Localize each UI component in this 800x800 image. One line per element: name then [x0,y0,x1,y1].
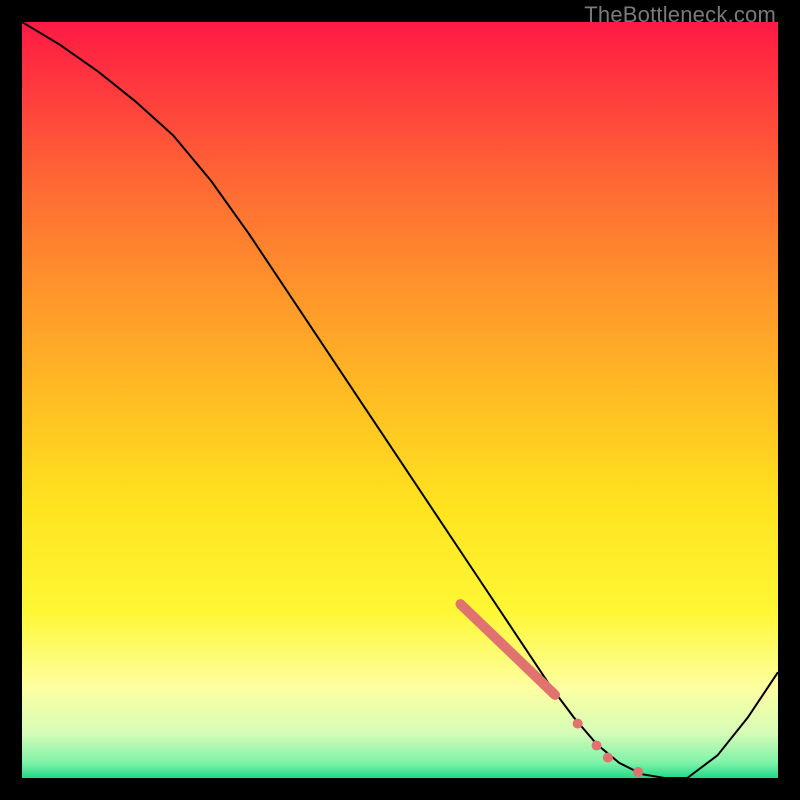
chart-frame [22,22,778,778]
highlight-dot [603,753,613,763]
highlight-dot [592,740,602,750]
chart-svg [22,22,778,778]
highlight-dot [633,767,643,777]
highlight-dot [573,719,583,729]
gradient-background [22,22,778,778]
